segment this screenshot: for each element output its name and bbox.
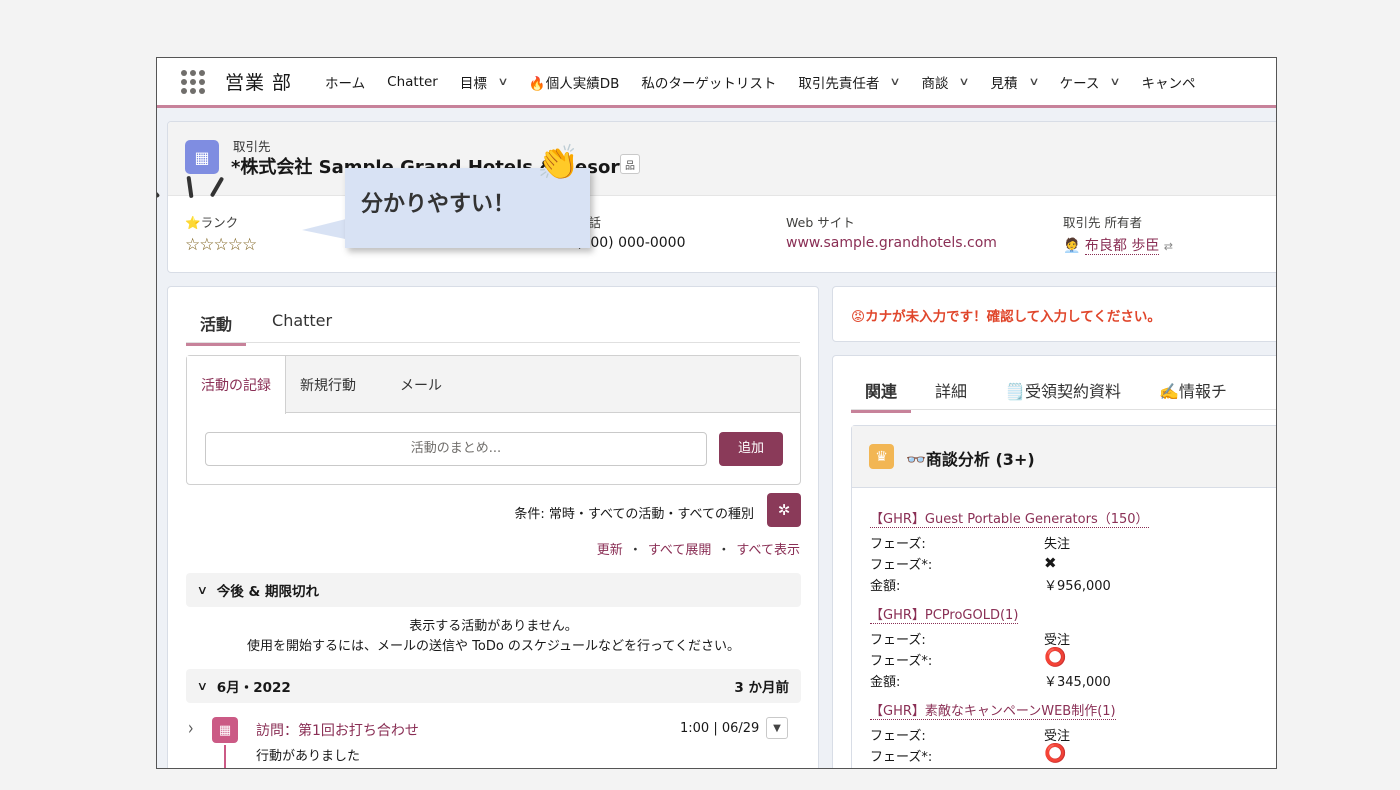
list-item: 【GHR】素敵なキャンペーンWEB制作(1) フェーズ: 受注 フェーズ*: ⭕ [870,704,1116,765]
tab-log-activity[interactable]: 活動の記録 [187,356,286,414]
activity-panel: 活動 Chatter 活動の記録 新規行動 メール 活動のまとめ... 追加 条… [167,286,819,768]
calendar-icon: ▦ [212,717,238,743]
chevron-down-icon[interactable]: ∨ [890,75,901,88]
callout-tail [302,218,350,240]
app-name: 営業 部 [225,72,293,94]
section-month[interactable]: ∨ 6月・2022 3 か月前 [186,669,801,703]
owner-link[interactable]: 布良都 歩臣 [1084,238,1160,255]
tab-contract-docs[interactable]: 🗒️受領契約資料 [991,378,1135,413]
nav-item-cases[interactable]: ケース ∨ [1049,58,1131,105]
phone-field: 電話 (000) 000-0000 [576,212,686,251]
tab-related[interactable]: 関連 [851,378,912,413]
opportunity-link[interactable]: 【GHR】Guest Portable Generators（150） [870,512,1149,528]
crown-icon: ♛ [869,444,894,469]
event-title-link[interactable]: 訪問：第1回お打ち合わせ [256,720,419,740]
timeline-item: › ▦ 訪問：第1回お打ち合わせ 1:00 | 06/29 ▼ 行動がありました [186,715,801,768]
tab-details[interactable]: 詳細 [921,378,981,413]
divider [851,409,1276,410]
related-panel: 関連 詳細 🗒️受領契約資料 ✍️情報チ ♛ 👓商談分析 (3+) 【GHR】G… [832,355,1276,768]
divider [186,342,800,343]
expand-all-link[interactable]: すべて展開 [648,543,712,558]
activity-composer: 活動の記録 新規行動 メール 活動のまとめ... 追加 [186,355,801,485]
chevron-down-icon[interactable]: ∨ [1110,75,1121,88]
activity-summary-input[interactable]: 活動のまとめ... [205,432,707,466]
chevron-down-icon[interactable]: ∨ [197,679,208,693]
rank-field: ⭐ランク ☆☆☆☆☆ [185,215,257,255]
tab-activity[interactable]: 活動 [186,311,247,346]
chevron-down-icon[interactable]: ∨ [197,583,208,597]
website-field: Web サイト www.sample.grandhotels.com [786,215,997,251]
nav-item-campaigns[interactable]: キャンペ [1130,58,1206,105]
global-nav: 営業 部 ホーム Chatter 目標 ∨ 🔥個人実績DB 私のターゲットリスト … [157,58,1276,108]
event-description: 行動がありました [256,749,361,764]
website-link[interactable]: www.sample.grandhotels.com [786,235,997,251]
won-mark-icon: ⭕ [1044,743,1067,764]
event-time: 1:00 | 06/29 [680,721,760,736]
app-launcher-icon[interactable] [181,69,205,94]
alert-banner: 😡カナが未入力です！確認して入力してください。 [832,286,1276,342]
timeline-line [224,745,226,768]
chevron-down-icon[interactable]: ∨ [959,75,970,88]
list-item: 【GHR】Guest Portable Generators（150） フェーズ… [870,512,1149,594]
nav-item-personal-db[interactable]: 🔥個人実績DB [518,58,630,105]
empty-message: 表示する活動がありません。 使用を開始するには、メールの送信や ToDo のスケ… [247,619,740,654]
change-owner-icon[interactable]: ⇄ [1164,240,1173,253]
spark-line [157,179,161,199]
nav-item-opportunities[interactable]: 商談 ∨ [910,58,979,105]
activity-links: 更新・すべて展開・すべて表示 [596,543,800,558]
nav-item-home[interactable]: ホーム [314,58,376,105]
avatar: 🧑‍💼 [1063,238,1081,254]
chevron-right-icon[interactable]: › [188,718,194,740]
hierarchy-icon[interactable]: 品 [620,154,640,174]
nav-item-quotes[interactable]: 見積 ∨ [980,58,1049,105]
building-icon: ▦ [185,140,219,174]
owner-field: 取引先 所有者 🧑‍💼 布良都 歩臣 ⇄ [1063,215,1174,255]
nav-item-goals[interactable]: 目標 ∨ [449,58,518,105]
view-all-link[interactable]: すべて表示 [736,543,800,558]
refresh-link[interactable]: 更新 [597,543,623,558]
nav-item-contacts[interactable]: 取引先責任者 ∨ [787,58,910,105]
gear-icon[interactable]: ✲ [767,493,801,527]
nav-item-target-list[interactable]: 私のターゲットリスト [630,58,787,105]
opportunity-link[interactable]: 【GHR】素敵なキャンペーンWEB制作(1) [870,704,1116,720]
opportunity-list-title[interactable]: 👓商談分析 (3+) [906,446,1035,470]
filter-text: 条件: 常時・すべての活動・すべての種別 [514,507,754,522]
phone-value[interactable]: (000) 000-0000 [576,235,686,251]
add-button[interactable]: 追加 [719,432,783,466]
month-ago: 3 か月前 [734,680,789,696]
chevron-down-icon[interactable]: ∨ [1028,75,1039,88]
list-item: 【GHR】PCProGOLD(1) フェーズ: 受注 フェーズ*: ⭕ 金額: ￥34… [870,608,1111,690]
lost-mark-icon: ✖ [1044,554,1057,572]
nav-item-chatter[interactable]: Chatter [376,58,449,105]
app-window: 営業 部 ホーム Chatter 目標 ∨ 🔥個人実績DB 私のターゲットリスト … [156,57,1277,769]
tab-new-event[interactable]: 新規行動 [286,356,370,413]
record-header: ▦ 取引先 *株式会社 Sample Grand Hotels & Resort… [167,121,1276,273]
dropdown-menu-icon[interactable]: ▼ [766,717,788,739]
tab-info[interactable]: ✍️情報チ [1145,378,1241,413]
chevron-down-icon[interactable]: ∨ [497,75,508,88]
clapping-hands-icon: 👏 [537,143,580,183]
section-upcoming[interactable]: ∨ 今後 & 期限切れ [186,573,801,607]
tab-chatter[interactable]: Chatter [258,311,346,346]
rank-stars: ☆☆☆☆☆ [185,235,257,255]
opportunity-link[interactable]: 【GHR】PCProGOLD(1) [870,608,1019,624]
won-mark-icon: ⭕ [1044,647,1067,668]
opportunity-list: ♛ 👓商談分析 (3+) 【GHR】Guest Portable Generat… [851,425,1276,768]
tab-email[interactable]: メール [370,356,456,413]
